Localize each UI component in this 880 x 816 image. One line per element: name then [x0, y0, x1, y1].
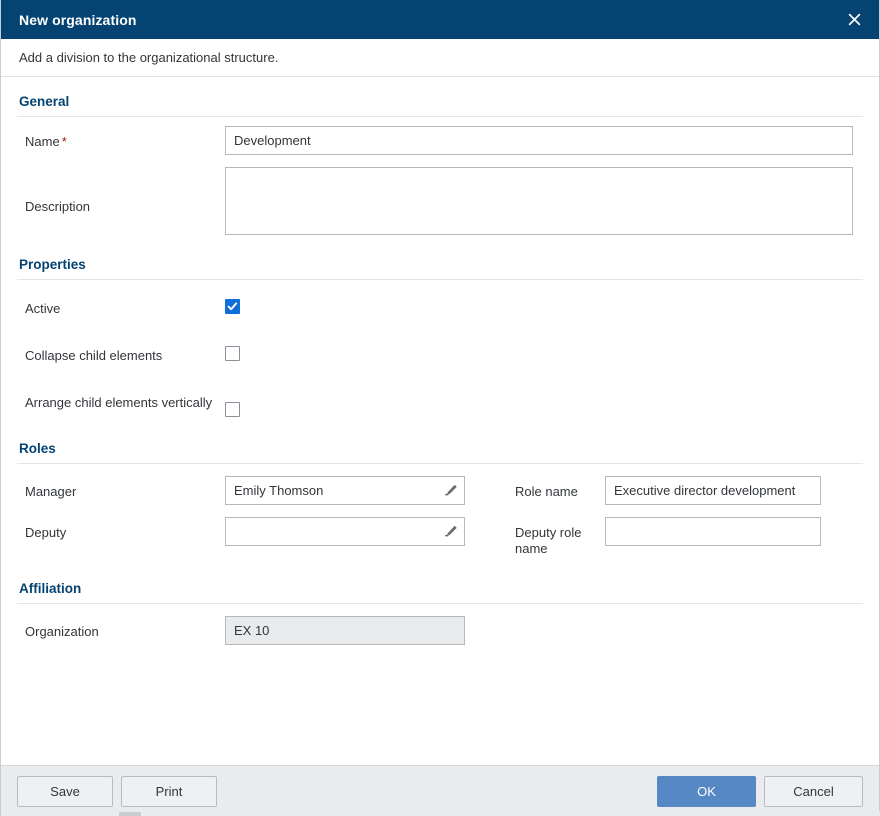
form-row-collapse: Collapse child elements	[17, 340, 863, 370]
name-input-wrap	[225, 126, 853, 155]
dialog-subtitle-bar: Add a division to the organizational str…	[1, 39, 879, 77]
description-label: Description	[25, 199, 91, 214]
horizontal-scrollbar[interactable]	[1, 811, 880, 816]
section-header-roles: Roles	[19, 441, 56, 456]
name-label: Name *	[17, 126, 225, 150]
role-name-label: Role name	[515, 484, 578, 499]
section-divider-affiliation	[17, 603, 863, 604]
checkmark-icon	[227, 302, 238, 311]
dialog-footer: Save Print OK Cancel	[1, 765, 879, 816]
dialog-titlebar: New organization	[1, 0, 879, 39]
role-name-input-wrap	[605, 476, 821, 505]
deputy-role-name-input-wrap	[605, 517, 821, 546]
required-marker: *	[61, 134, 67, 149]
footer-left-actions: Save Print	[17, 775, 217, 807]
form-row-name: Name *	[17, 126, 863, 156]
deputy-input[interactable]	[225, 517, 465, 546]
form-row-deputy: Deputy Deputy role name	[17, 517, 863, 557]
section-divider-roles	[17, 463, 863, 464]
organization-input-wrap	[225, 616, 465, 645]
dialog-subtitle: Add a division to the organizational str…	[19, 50, 279, 65]
collapse-child-elements-checkbox[interactable]	[225, 346, 240, 361]
manager-label: Manager	[25, 484, 77, 499]
deputy-label: Deputy	[25, 525, 67, 540]
pencil-edit-icon[interactable]	[438, 477, 464, 504]
manager-input-wrap	[225, 476, 465, 505]
ok-button[interactable]: OK	[657, 775, 756, 807]
cancel-button[interactable]: Cancel	[764, 775, 863, 807]
form-row-manager: Manager Role name	[17, 476, 863, 506]
dialog-content: General Name* Description Properties Act…	[1, 77, 879, 765]
close-icon[interactable]	[837, 3, 871, 37]
organization-input	[225, 616, 465, 645]
description-input-wrap	[225, 167, 853, 235]
section-divider-general	[17, 116, 863, 117]
dialog-title: New organization	[19, 11, 137, 28]
collapse-child-elements-label: Collapse child elements	[25, 348, 163, 363]
active-checkbox[interactable]	[225, 299, 240, 314]
deputy-role-name-label: Deputy role name	[515, 525, 582, 556]
arrange-child-elements-label: Arrange child elements vertically	[25, 395, 213, 410]
footer-right-actions: OK Cancel	[657, 775, 863, 807]
section-divider-properties	[17, 279, 863, 280]
section-header-general: General	[19, 94, 70, 109]
form-row-organization: Organization	[17, 616, 863, 646]
new-organization-dialog: New organization Add a division to the o…	[0, 0, 880, 816]
save-button[interactable]: Save	[17, 775, 113, 807]
name-input[interactable]	[225, 126, 853, 155]
pencil-edit-icon-glyph	[444, 484, 457, 496]
organization-label: Organization	[25, 624, 99, 639]
horizontal-scrollbar-thumb[interactable]	[119, 812, 141, 816]
pencil-edit-icon-glyph	[444, 525, 457, 537]
role-name-input[interactable]	[605, 476, 821, 505]
active-label: Active	[25, 301, 61, 316]
pencil-edit-icon[interactable]	[438, 518, 464, 545]
manager-input[interactable]	[225, 476, 465, 505]
deputy-role-name-input[interactable]	[605, 517, 821, 546]
name-label-text: Name	[25, 134, 60, 149]
form-row-arrange: Arrange child elements vertically	[17, 386, 863, 417]
deputy-input-wrap	[225, 517, 465, 546]
arrange-child-elements-checkbox[interactable]	[225, 402, 240, 417]
form-row-active: Active	[17, 293, 863, 323]
close-icon-glyph	[848, 13, 860, 26]
description-textarea[interactable]	[225, 167, 853, 235]
print-button[interactable]: Print	[121, 775, 217, 807]
section-header-properties: Properties	[19, 257, 86, 272]
section-header-affiliation: Affiliation	[19, 581, 82, 596]
form-row-description: Description	[17, 167, 863, 235]
